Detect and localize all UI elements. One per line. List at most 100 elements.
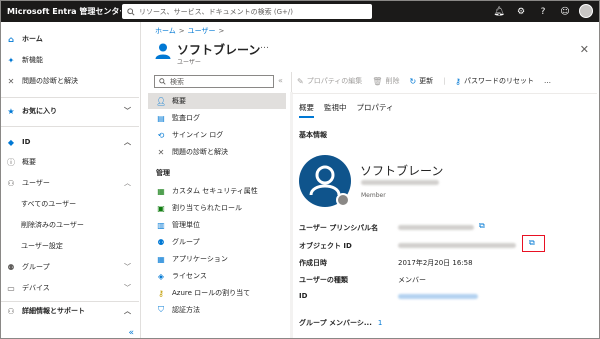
trash-icon: 🗑︎ bbox=[372, 76, 383, 86]
nav-item-diagnose[interactable]: ✕ 問題の診断と解決 bbox=[1, 72, 139, 90]
identity-label: ID bbox=[299, 292, 308, 300]
nav-item-favorites[interactable]: ★ お気に入り ﹀ bbox=[1, 102, 139, 120]
home-icon: ⌂ bbox=[8, 34, 14, 44]
nav-item-id[interactable]: ◆ ID ︿ bbox=[1, 133, 139, 151]
menu-item-admin-units[interactable]: ▥ 管理単位 bbox=[148, 217, 286, 233]
account-avatar[interactable] bbox=[579, 4, 593, 18]
nav-item-users[interactable]: ⚇ ユーザー ︿ bbox=[1, 174, 139, 192]
key-icon: ⚷ bbox=[158, 288, 164, 298]
wrench-icon: ✕ bbox=[157, 147, 165, 157]
feedback-icon[interactable]: ☺ bbox=[559, 7, 571, 17]
menu-item-audit-logs[interactable]: ▤ 監査ログ bbox=[148, 110, 286, 126]
menu-item-signin-logs[interactable]: ⟲ サインイン ログ bbox=[148, 127, 286, 143]
nav-label: ユーザー設定 bbox=[21, 242, 63, 250]
shield-icon: ⛉ bbox=[158, 305, 164, 314]
nav-item-whats-new[interactable]: ✦ 新機能 bbox=[1, 51, 139, 69]
menu-item-auth-methods[interactable]: ⛉ 認証方法 bbox=[148, 302, 286, 318]
group-icon: ⚉ bbox=[7, 262, 15, 272]
user-type-label: ユーザーの種類 bbox=[299, 276, 348, 284]
menu-item-licenses[interactable]: ◈ ライセンス bbox=[148, 268, 286, 284]
gear-icon[interactable]: ⚙ bbox=[515, 7, 527, 17]
menu-label: 管理単位 bbox=[172, 221, 200, 229]
redacted-identity[interactable] bbox=[398, 294, 478, 299]
reset-password-button[interactable]: ⚷ パスワードのリセット bbox=[455, 76, 534, 86]
object-id-label: オブジェクト ID bbox=[299, 242, 352, 250]
breadcrumb-separator: > bbox=[178, 27, 185, 35]
more-options-button[interactable]: … bbox=[260, 41, 269, 51]
menu-label: サインイン ログ bbox=[172, 131, 224, 139]
nav-item-deleted-users[interactable]: 削除済みのユーザー bbox=[1, 216, 139, 234]
menu-item-assigned-roles[interactable]: ▣ 割り当てられたロール bbox=[148, 200, 286, 216]
profile-role: Member bbox=[361, 192, 386, 199]
notification-bell-icon[interactable]: 🔔︎ bbox=[493, 7, 505, 17]
left-nav: ⌂ ホーム ✦ 新機能 ✕ 問題の診断と解決 ★ お気に入り ﹀ ◆ ID ︿ … bbox=[1, 22, 141, 338]
nav-label: 削除済みのユーザー bbox=[21, 221, 84, 229]
cmd-label: プロパティの編集 bbox=[306, 77, 363, 85]
pencil-icon: ✎ bbox=[297, 76, 304, 86]
nav-label: すべてのユーザー bbox=[21, 200, 77, 208]
more-commands-button[interactable]: … bbox=[544, 77, 551, 85]
nav-item-overview[interactable]: ⓘ 概要 bbox=[1, 153, 139, 171]
star-icon: ★ bbox=[7, 106, 15, 116]
nav-label: デバイス bbox=[22, 284, 50, 292]
group-membership-row: グループ メンバーシ... 1 bbox=[299, 318, 382, 328]
breadcrumb-home[interactable]: ホーム bbox=[155, 27, 176, 35]
nav-label: グループ bbox=[22, 263, 50, 271]
key-icon: ⚷ bbox=[455, 76, 462, 86]
breadcrumb-separator: > bbox=[218, 27, 225, 35]
delete-button[interactable]: 🗑︎ 削除 bbox=[372, 76, 399, 86]
menu-item-overview[interactable]: 👤︎ 概要 bbox=[148, 93, 286, 109]
divider bbox=[1, 126, 139, 127]
nav-item-user-settings[interactable]: ユーザー設定 bbox=[1, 237, 139, 255]
tab-overview[interactable]: 概要 bbox=[299, 102, 314, 118]
nav-label: 概要 bbox=[22, 158, 36, 166]
menu-label: 概要 bbox=[172, 97, 186, 105]
divider: | bbox=[443, 77, 446, 85]
menu-item-custom-security[interactable]: ▦ カスタム セキュリティ属性 bbox=[148, 183, 286, 199]
nav-item-devices[interactable]: ▭ デバイス ﹀ bbox=[1, 279, 139, 297]
menu-item-applications[interactable]: ▦ アプリケーション bbox=[148, 251, 286, 267]
chevron-up-icon: ︿ bbox=[124, 179, 131, 187]
refresh-button[interactable]: ↻ 更新 bbox=[409, 76, 433, 86]
window-frame: Microsoft Entra 管理センター リソース、サービス、ドキュメントの… bbox=[0, 0, 600, 339]
profile-display-name: ソフトブレーン bbox=[360, 164, 444, 178]
group-count-link[interactable]: 1 bbox=[378, 319, 382, 327]
nav-item-home[interactable]: ⌂ ホーム bbox=[1, 30, 139, 48]
collapse-menu-button[interactable]: « bbox=[278, 76, 283, 85]
brand-title[interactable]: Microsoft Entra 管理センター bbox=[1, 6, 121, 17]
nav-item-all-users[interactable]: すべてのユーザー bbox=[1, 195, 139, 213]
global-search-input[interactable]: リソース、サービス、ドキュメントの検索 (G+/) bbox=[122, 4, 372, 19]
nav-label: お気に入り bbox=[22, 107, 57, 115]
menu-label: アプリケーション bbox=[172, 255, 228, 263]
menu-scrollbar[interactable] bbox=[290, 92, 293, 338]
tab-monitoring[interactable]: 監視中 bbox=[324, 102, 347, 118]
menu-item-azure-roles[interactable]: ⚷ Azure ロールの割り当て bbox=[148, 285, 286, 301]
sparkle-icon: ✦ bbox=[7, 55, 15, 65]
cmd-label: … bbox=[544, 77, 552, 85]
breadcrumb-users[interactable]: ユーザー bbox=[188, 27, 216, 35]
log-icon: ▤ bbox=[157, 113, 165, 123]
person-support-icon: ⚇ bbox=[7, 306, 15, 316]
copy-icon[interactable]: ⧉ bbox=[479, 221, 485, 231]
nav-item-learn-support[interactable]: ⚇ 詳細情報とサポート ︿ bbox=[1, 302, 139, 320]
license-icon: ◈ bbox=[157, 271, 165, 281]
created-label: 作成日時 bbox=[299, 259, 327, 267]
cmd-label: 更新 bbox=[419, 77, 434, 85]
tab-properties[interactable]: プロパティ bbox=[357, 102, 394, 118]
nav-label: 問題の診断と解決 bbox=[22, 77, 78, 85]
nav-label: ID bbox=[22, 138, 31, 146]
top-icons: 🔔︎ ⚙ ? ☺ bbox=[493, 1, 571, 22]
chevron-up-icon: ︿ bbox=[124, 138, 131, 146]
edit-properties-button[interactable]: ✎ プロパティの編集 bbox=[297, 76, 362, 86]
search-icon bbox=[159, 78, 166, 85]
nav-label: ホーム bbox=[22, 35, 43, 43]
close-button[interactable]: ✕ bbox=[580, 43, 589, 56]
menu-item-diagnose[interactable]: ✕ 問題の診断と解決 bbox=[148, 144, 286, 160]
resource-search-input[interactable]: 検索 bbox=[154, 75, 274, 88]
top-bar: Microsoft Entra 管理センター リソース、サービス、ドキュメントの… bbox=[1, 1, 599, 22]
collapse-nav-button[interactable]: « bbox=[128, 328, 134, 338]
menu-item-groups[interactable]: ⚉ グループ bbox=[148, 234, 286, 250]
nav-item-groups[interactable]: ⚉ グループ ﹀ bbox=[1, 258, 139, 276]
help-icon[interactable]: ? bbox=[537, 7, 549, 17]
search-placeholder: リソース、サービス、ドキュメントの検索 (G+/) bbox=[139, 7, 293, 16]
